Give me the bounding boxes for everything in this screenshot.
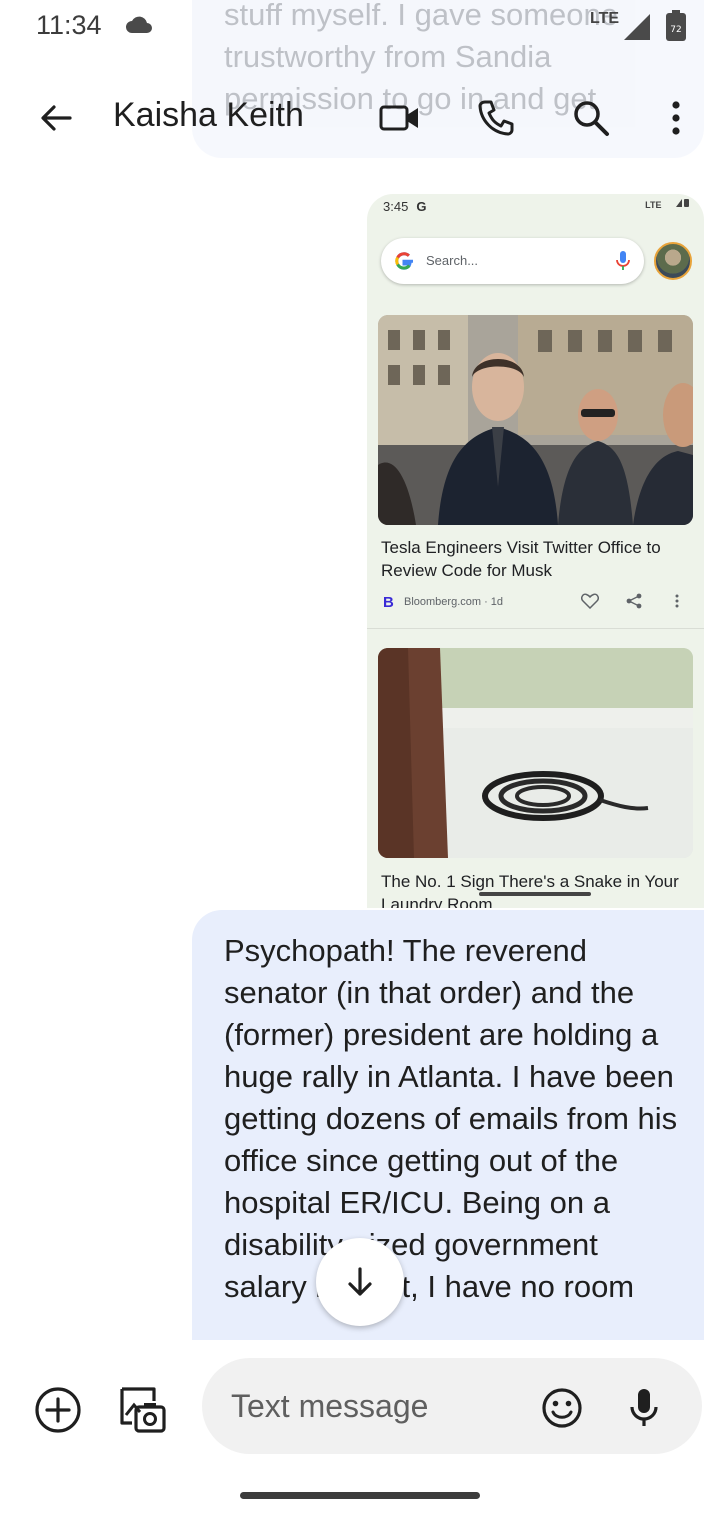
status-time: 11:34 — [36, 10, 102, 40]
news-title-2: The No. 1 Sign There's a Snake in Your L… — [381, 872, 679, 908]
scroll-to-bottom-button[interactable] — [316, 1238, 404, 1326]
news-title-1: Tesla Engineers Visit Twitter Office to … — [381, 538, 661, 580]
gesture-navigation-bar[interactable] — [240, 1492, 480, 1499]
add-circle-icon — [35, 1387, 81, 1433]
message-input-placeholder: Text message — [231, 1388, 429, 1424]
google-g-icon — [395, 252, 413, 270]
attachment-status-network: LTE — [645, 198, 690, 210]
phone-call-button[interactable] — [468, 90, 524, 146]
composer-bar: Text message — [0, 1340, 720, 1520]
share-icon — [626, 593, 642, 609]
attachment-mic-icon — [616, 251, 630, 270]
video-call-icon — [379, 105, 418, 131]
message-text: Psychopath! The reverend senator (in tha… — [224, 933, 678, 1304]
attachment-search-placeholder: Search... — [426, 253, 479, 268]
battery-level: 72 — [670, 25, 681, 35]
message-bubble[interactable]: Psychopath! The reverend senator (in tha… — [192, 910, 704, 1340]
network-label: LTE — [590, 10, 620, 27]
status-bar: 11:34 LTE 72 — [0, 0, 720, 56]
attachment-status-g: G — [416, 199, 427, 214]
news-image-snake — [378, 648, 693, 858]
contact-name[interactable]: Kaisha Keith — [113, 96, 304, 135]
news-source-1: Bloomberg.com · 1d — [404, 596, 504, 608]
mic-icon — [630, 1389, 658, 1426]
news-image-musk — [378, 315, 693, 525]
signal-icon — [622, 12, 652, 47]
attachment-status-bar: 3:45 G — [383, 199, 426, 214]
bloomberg-logo: B — [383, 594, 394, 611]
back-arrow-icon — [41, 105, 72, 131]
attachment-divider — [367, 628, 704, 629]
voice-input-button[interactable] — [618, 1382, 670, 1434]
emoji-icon — [542, 1388, 582, 1428]
attachment-avatar — [654, 242, 692, 280]
attachment-status-time: 3:45 — [383, 199, 409, 214]
attachment-home-bar — [479, 892, 591, 896]
cloud-icon — [124, 14, 154, 41]
conversation-header: Kaisha Keith — [0, 60, 720, 176]
gallery-camera-icon — [120, 1387, 166, 1433]
battery-icon: 72 — [664, 10, 688, 47]
heart-icon — [581, 593, 599, 609]
video-call-button[interactable] — [372, 90, 428, 146]
more-vert-small-icon — [675, 594, 679, 608]
search-button[interactable] — [563, 90, 619, 146]
arrow-down-icon — [348, 1267, 372, 1296]
attachment-search-bar: Search... — [381, 238, 644, 284]
image-attachment[interactable]: 3:45 G LTE Search... Tesla Engineers Vis… — [367, 194, 704, 908]
phone-icon — [478, 100, 514, 136]
add-attachment-button[interactable] — [30, 1382, 86, 1438]
search-icon — [574, 101, 609, 136]
back-button[interactable] — [28, 90, 84, 146]
message-input[interactable]: Text message — [202, 1358, 702, 1454]
emoji-button[interactable] — [536, 1382, 588, 1434]
more-vert-icon — [672, 101, 680, 135]
more-options-button[interactable] — [648, 90, 704, 146]
gallery-button[interactable] — [114, 1382, 170, 1438]
